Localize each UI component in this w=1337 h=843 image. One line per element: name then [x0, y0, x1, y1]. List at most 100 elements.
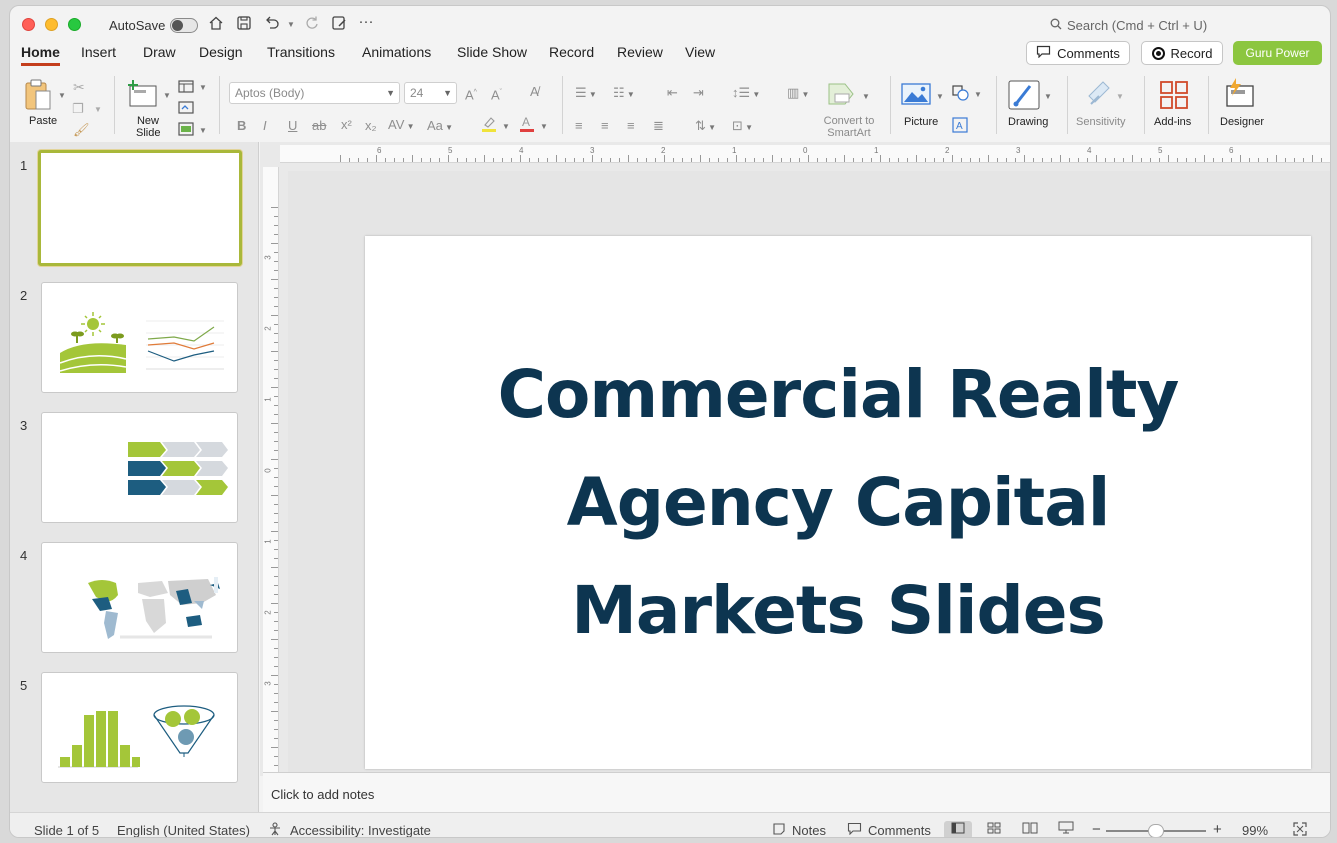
- align-center-icon[interactable]: ≡: [601, 118, 609, 134]
- tab-draw[interactable]: Draw: [143, 44, 176, 63]
- shapes-icon[interactable]: [952, 85, 970, 104]
- tab-insert[interactable]: Insert: [81, 44, 116, 63]
- font-color-dropdown-chevron-icon[interactable]: ▼: [540, 122, 548, 131]
- change-case-icon[interactable]: Aa ▼: [427, 118, 453, 136]
- section-dropdown-chevron-icon[interactable]: ▼: [199, 126, 207, 135]
- increase-indent-icon[interactable]: ⇥: [693, 85, 704, 101]
- character-spacing-icon[interactable]: AV ▼: [388, 117, 415, 135]
- notes-toggle-button[interactable]: Notes: [792, 823, 826, 837]
- shapes-dropdown-chevron-icon[interactable]: ▼: [974, 90, 982, 99]
- zoom-out-button[interactable]: −: [1092, 821, 1101, 837]
- minimize-window-button[interactable]: [45, 18, 58, 31]
- decrease-indent-icon[interactable]: ⇤: [667, 85, 678, 101]
- undo-dropdown-chevron-icon[interactable]: ▼: [282, 16, 300, 34]
- smartart-dropdown-chevron-icon[interactable]: ▼: [862, 92, 870, 101]
- align-left-icon[interactable]: ≡: [575, 118, 583, 134]
- comments-toggle-button[interactable]: Comments: [868, 823, 931, 837]
- close-window-button[interactable]: [22, 18, 35, 31]
- new-slide-button[interactable]: [127, 80, 159, 111]
- section-icon[interactable]: [178, 122, 194, 139]
- layout-icon[interactable]: [178, 80, 194, 96]
- accessibility-status[interactable]: Accessibility: Investigate: [290, 823, 431, 837]
- line-spacing-icon[interactable]: ↕☰ ▼: [732, 85, 760, 103]
- customize-toolbar-icon[interactable]: [330, 15, 348, 33]
- slide-sorter-view-icon[interactable]: [980, 821, 1008, 837]
- slide-thumbnail-2[interactable]: [41, 282, 238, 393]
- format-painter-icon[interactable]: 🖌: [73, 122, 90, 138]
- copy-dropdown-chevron-icon[interactable]: ▼: [94, 105, 102, 114]
- search-bar[interactable]: Search (Cmd + Ctrl + U): [1050, 18, 1207, 33]
- font-color-icon[interactable]: A: [519, 115, 535, 136]
- tab-home[interactable]: Home: [21, 44, 60, 66]
- redo-icon[interactable]: [303, 15, 321, 33]
- superscript-icon[interactable]: x²: [341, 117, 352, 133]
- reading-view-icon[interactable]: [1016, 821, 1044, 837]
- guru-power-button[interactable]: Guru Power: [1233, 41, 1322, 65]
- numbering-icon[interactable]: ☷ ▼: [613, 85, 635, 103]
- columns-icon[interactable]: ▥ ▼: [787, 85, 809, 103]
- drawing-button[interactable]: [1008, 80, 1040, 113]
- tab-view[interactable]: View: [685, 44, 715, 63]
- tab-transitions[interactable]: Transitions: [267, 44, 335, 63]
- slide-show-view-icon[interactable]: [1052, 821, 1080, 837]
- text-box-icon[interactable]: A: [952, 117, 968, 136]
- decrease-font-size-icon[interactable]: Aˇ: [491, 85, 502, 103]
- subscript-icon[interactable]: x₂: [365, 118, 377, 134]
- text-direction-icon[interactable]: ⇅ ▼: [695, 118, 716, 136]
- record-button[interactable]: Record: [1141, 41, 1223, 65]
- add-ins-button[interactable]: [1159, 80, 1189, 113]
- designer-button[interactable]: [1224, 78, 1256, 113]
- more-options-icon[interactable]: ···: [357, 13, 375, 31]
- clear-formatting-icon[interactable]: A̸: [530, 84, 539, 100]
- font-size-select[interactable]: 24 ▼: [404, 82, 457, 104]
- sensitivity-dropdown-chevron-icon[interactable]: ▼: [1116, 92, 1124, 101]
- slide-thumbnail-4[interactable]: [41, 542, 238, 653]
- zoom-percentage[interactable]: 99%: [1242, 823, 1268, 837]
- slide-thumbnail-1[interactable]: [38, 150, 242, 266]
- language-status[interactable]: English (United States): [117, 823, 250, 837]
- increase-font-size-icon[interactable]: A^: [465, 85, 477, 103]
- bullets-icon[interactable]: ☰ ▼: [575, 85, 597, 103]
- new-slide-dropdown-chevron-icon[interactable]: ▼: [163, 91, 171, 100]
- font-name-select[interactable]: Aptos (Body) ▼: [229, 82, 400, 104]
- zoom-slider-handle[interactable]: [1148, 824, 1164, 837]
- italic-icon[interactable]: I: [263, 118, 267, 134]
- strikethrough-icon[interactable]: ab: [312, 118, 326, 134]
- tab-slide-show[interactable]: Slide Show: [457, 44, 527, 63]
- reset-slide-icon[interactable]: [178, 101, 194, 117]
- picture-dropdown-chevron-icon[interactable]: ▼: [936, 92, 944, 101]
- copy-icon[interactable]: ❐: [72, 101, 84, 117]
- sensitivity-button[interactable]: [1085, 78, 1113, 111]
- slide-thumbnail-3[interactable]: [41, 412, 238, 523]
- tab-review[interactable]: Review: [617, 44, 663, 63]
- cut-icon[interactable]: ✂: [73, 79, 85, 96]
- normal-view-icon[interactable]: [944, 821, 972, 837]
- zoom-window-button[interactable]: [68, 18, 81, 31]
- tab-record[interactable]: Record: [549, 44, 594, 63]
- justify-icon[interactable]: ≣: [653, 118, 664, 134]
- align-text-icon[interactable]: ⊡ ▼: [732, 118, 753, 136]
- comments-button[interactable]: Comments: [1026, 41, 1130, 65]
- fit-to-window-icon[interactable]: [1293, 822, 1307, 837]
- highlight-dropdown-chevron-icon[interactable]: ▼: [502, 122, 510, 131]
- autosave-toggle[interactable]: [170, 18, 198, 33]
- picture-button[interactable]: [901, 82, 931, 109]
- drawing-dropdown-chevron-icon[interactable]: ▼: [1044, 92, 1052, 101]
- save-icon[interactable]: [235, 15, 253, 33]
- paste-button[interactable]: [24, 78, 54, 115]
- align-right-icon[interactable]: ≡: [627, 118, 635, 134]
- slide-title-text[interactable]: Commercial Realty Agency Capital Markets…: [458, 341, 1218, 665]
- convert-to-smartart-button[interactable]: [827, 82, 857, 109]
- layout-dropdown-chevron-icon[interactable]: ▼: [199, 83, 207, 92]
- underline-icon[interactable]: U: [288, 118, 297, 134]
- tab-design[interactable]: Design: [199, 44, 243, 63]
- highlight-icon[interactable]: [481, 115, 497, 136]
- tab-animations[interactable]: Animations: [362, 44, 431, 63]
- current-slide[interactable]: Commercial Realty Agency Capital Markets…: [365, 236, 1311, 769]
- home-icon[interactable]: [207, 15, 225, 33]
- bold-icon[interactable]: B: [237, 118, 246, 134]
- notes-pane[interactable]: Click to add notes: [263, 772, 1330, 812]
- paste-dropdown-chevron-icon[interactable]: ▼: [58, 91, 66, 100]
- undo-icon[interactable]: [263, 15, 281, 33]
- zoom-in-button[interactable]: +: [1213, 821, 1222, 837]
